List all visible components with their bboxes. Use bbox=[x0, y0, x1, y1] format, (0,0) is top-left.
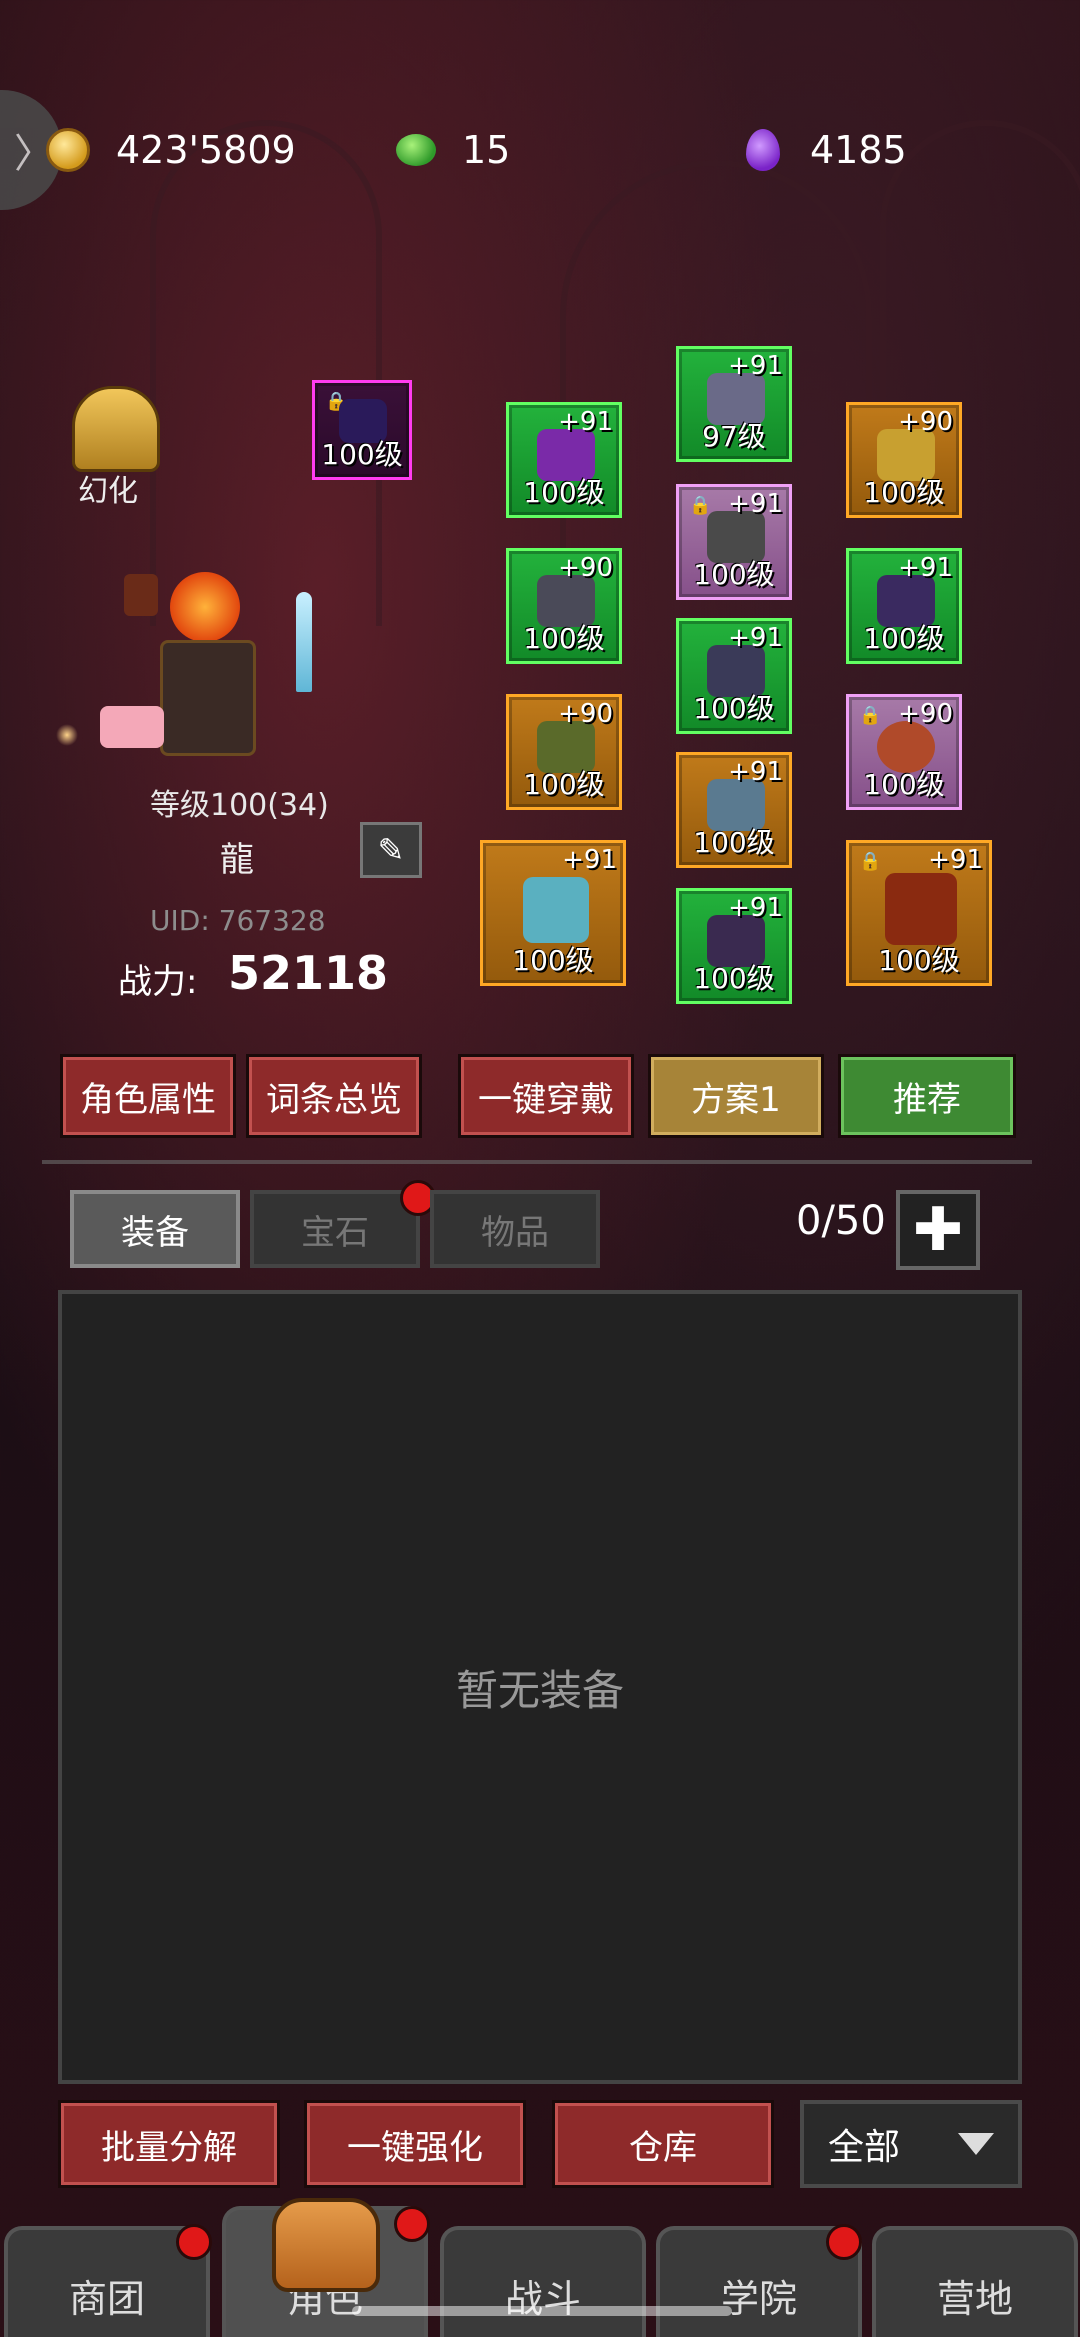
edit-name-button[interactable]: ✎ bbox=[360, 822, 422, 878]
pencil-icon: ✎ bbox=[377, 831, 405, 869]
tab-equipment[interactable]: 装备 bbox=[70, 1190, 240, 1268]
character-level: 等级100(34) bbox=[150, 788, 329, 823]
tab-gems[interactable]: 宝石 bbox=[250, 1190, 420, 1268]
lock-icon: 🔒 bbox=[859, 851, 882, 872]
equip-slot-ring[interactable]: 🔒 +90 100级 bbox=[846, 694, 962, 810]
power-label: 战力: bbox=[118, 962, 198, 1002]
equip-slot-bracelet[interactable]: +91 100级 bbox=[676, 618, 792, 734]
green-gem-amount: 15 bbox=[462, 128, 511, 172]
notification-dot bbox=[176, 2224, 212, 2260]
notification-dot bbox=[394, 2206, 430, 2242]
lock-icon: 🔒 bbox=[689, 495, 712, 516]
batch-dismantle-button[interactable]: 批量分解 bbox=[58, 2100, 280, 2188]
equip-slot-weapon[interactable]: +91 100级 bbox=[480, 840, 626, 986]
attributes-button[interactable]: 角色属性 bbox=[60, 1054, 236, 1138]
background-arch bbox=[150, 120, 382, 626]
equip-all-button[interactable]: 一键穿戴 bbox=[458, 1054, 634, 1138]
equip-slot-cloak[interactable]: 🔒 100级 bbox=[312, 380, 412, 480]
equip-slot-offhand[interactable]: 🔒 +91 100级 bbox=[846, 840, 992, 986]
gold-coin-icon bbox=[46, 128, 90, 172]
filter-icon bbox=[958, 2133, 994, 2155]
uid-text: UID: 767328 bbox=[150, 904, 326, 937]
notification-dot bbox=[826, 2224, 862, 2260]
dagger-icon bbox=[523, 877, 589, 943]
gold-amount: 423'5809 bbox=[116, 128, 296, 172]
enhance-all-button[interactable]: 一键强化 bbox=[304, 2100, 526, 2188]
purple-drop-amount: 4185 bbox=[810, 128, 907, 172]
skin-label[interactable]: 幻化 bbox=[78, 466, 138, 510]
backpack-icon bbox=[272, 2198, 380, 2292]
affix-overview-button[interactable]: 词条总览 bbox=[246, 1054, 422, 1138]
purple-drop-icon bbox=[746, 129, 780, 171]
equip-slot-boots[interactable]: +91 100级 bbox=[676, 888, 792, 1004]
weapon-sprite bbox=[296, 592, 312, 692]
equip-slot-gauntlet[interactable]: +91 100级 bbox=[846, 548, 962, 664]
plus-icon: ✚ bbox=[912, 1195, 964, 1265]
tab-items[interactable]: 物品 bbox=[430, 1190, 600, 1268]
glow-orb bbox=[56, 724, 78, 746]
shield-icon bbox=[885, 873, 957, 945]
inventory-capacity: 0/50 bbox=[796, 1198, 886, 1244]
purple-drop-counter: 4185 bbox=[746, 118, 907, 182]
character-name: 龍 bbox=[220, 840, 254, 880]
green-gem-counter: 15 bbox=[396, 118, 510, 182]
filter-dropdown[interactable]: 全部 bbox=[800, 2100, 1022, 2188]
plan-button[interactable]: 方案1 bbox=[648, 1054, 824, 1138]
nav-camp[interactable]: 营地 bbox=[872, 2226, 1078, 2337]
empty-inventory-text: 暂无装备 bbox=[455, 1665, 624, 1715]
divider bbox=[42, 1160, 1032, 1164]
gold-counter: 423'5809 bbox=[46, 118, 296, 182]
recommend-button[interactable]: 推荐 bbox=[838, 1054, 1016, 1138]
equip-slot-belt[interactable]: +90 100级 bbox=[506, 694, 622, 810]
equip-slot-amulet[interactable]: +90 100级 bbox=[846, 402, 962, 518]
power-value: 52118 bbox=[228, 946, 389, 1000]
equip-slot-gloves[interactable]: +90 100级 bbox=[506, 548, 622, 664]
home-indicator bbox=[352, 2306, 732, 2316]
pet-sprite bbox=[100, 706, 164, 748]
equip-slot-helmet[interactable]: +91 100级 bbox=[506, 402, 622, 518]
equip-slot-pants[interactable]: +91 100级 bbox=[676, 752, 792, 868]
filter-value: 全部 bbox=[828, 2127, 901, 2168]
nav-battle[interactable]: 战斗 bbox=[440, 2226, 646, 2337]
skin-helmet-icon[interactable] bbox=[72, 386, 160, 472]
lock-icon: 🔒 bbox=[859, 705, 882, 726]
expand-inventory-button[interactable]: ✚ bbox=[896, 1190, 980, 1270]
inventory-panel: 暂无装备 bbox=[58, 1290, 1022, 2084]
equip-slot-necklace[interactable]: +91 97级 bbox=[676, 346, 792, 462]
green-gem-icon bbox=[396, 134, 436, 166]
warehouse-button[interactable]: 仓库 bbox=[552, 2100, 774, 2188]
equip-slot-armor[interactable]: 🔒 +91 100级 bbox=[676, 484, 792, 600]
